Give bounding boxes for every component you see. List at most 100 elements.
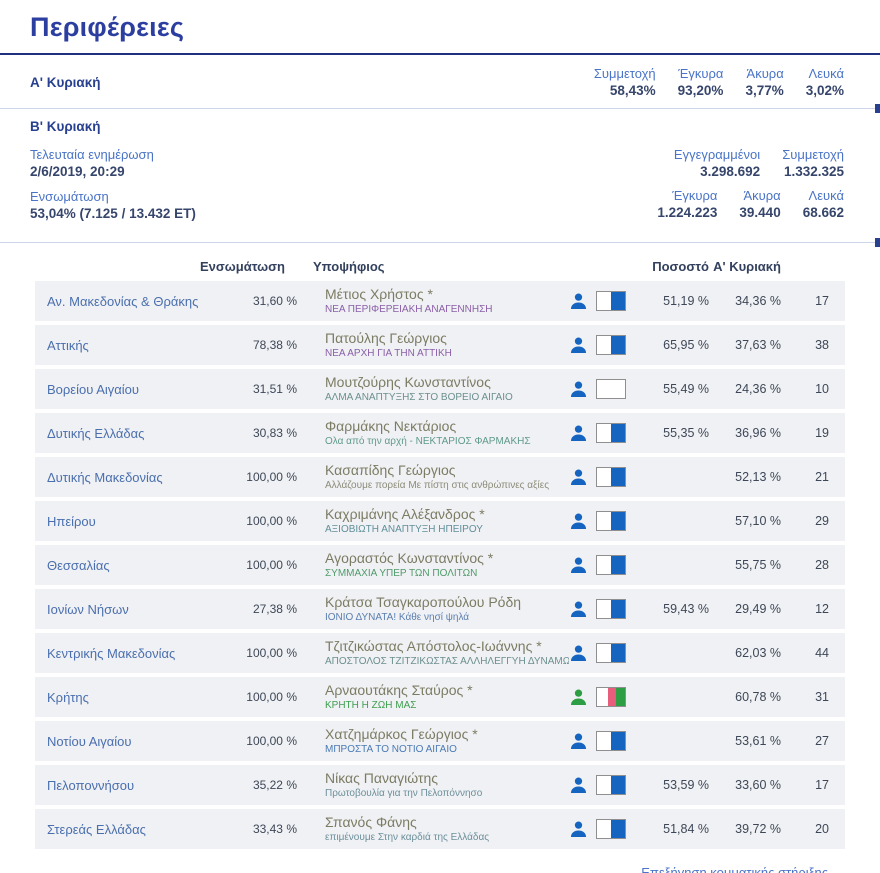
integration-percent: 27,38 %	[232, 602, 297, 616]
table-row[interactable]: Κεντρικής Μακεδονίας 100,00 % Τζιτζικώστ…	[35, 633, 845, 673]
party-support-text: Ολα από την αρχή - ΝΕΚΤΑΡΙΟΣ ΦΑΡΜΑΚΗΣ	[325, 435, 569, 448]
regions-results-page: Περιφέρειες Α' Κυριακή Συμμετοχή 58,43% …	[0, 0, 880, 873]
party-support-box-icon	[596, 687, 626, 707]
party-support-text: ΑΠΟΣΤΟΛΟΣ ΤΖΙΤΖΙΚΩΣΤΑΣ ΑΛΛΗΛΕΓΓΥΗ ΔΥΝΑΜΩ…	[325, 655, 569, 668]
stat-invalid: Άκυρα 3,77%	[745, 65, 783, 100]
party-support-box-icon	[596, 335, 626, 355]
candidate-name[interactable]: Σπανός Φάνης	[325, 814, 569, 830]
result-percent: 53,59 %	[641, 778, 709, 792]
stat-value: 68.662	[803, 204, 844, 222]
region-name[interactable]: Στερεάς Ελλάδας	[35, 822, 232, 837]
support-icons	[569, 775, 641, 795]
first-sunday-percent: 39,72 %	[709, 822, 781, 836]
stat-label: Συμμετοχή	[782, 146, 844, 163]
candidate-cell: Καχριμάνης Αλέξανδρος * ΑΞΙΟΒΙΩΤΗ ΑΝΑΠΤΥ…	[297, 506, 569, 536]
seats-count: 44	[781, 646, 845, 660]
page-header: Περιφέρειες	[0, 0, 880, 53]
region-name[interactable]: Κεντρικής Μακεδονίας	[35, 646, 232, 661]
integration-value: 53,04% (7.125 / 13.432 ΕΤ)	[30, 205, 196, 223]
party-support-explanation-link[interactable]: Επεξήγηση κομματικής στήριξης	[641, 863, 828, 873]
first-sunday-percent: 33,60 %	[709, 778, 781, 792]
party-support-text: επιμένουμε Στην καρδιά της Ελλάδας	[325, 831, 569, 844]
region-name[interactable]: Ιονίων Νήσων	[35, 602, 232, 617]
table-row[interactable]: Νοτίου Αιγαίου 100,00 % Χατζημάρκος Γεώρ…	[35, 721, 845, 761]
table-row[interactable]: Δυτικής Μακεδονίας 100,00 % Κασαπίδης Γε…	[35, 457, 845, 497]
header-integration: Ενσωμάτωση	[35, 259, 285, 274]
candidate-name[interactable]: Φαρμάκης Νεκτάριος	[325, 418, 569, 434]
candidate-name[interactable]: Τζιτζικώστας Απόστολος-Ιωάννης *	[325, 638, 569, 654]
stat-value: 3.298.692	[700, 163, 760, 181]
first-sunday-percent: 34,36 %	[709, 294, 781, 308]
seats-count: 17	[781, 294, 845, 308]
first-sunday-label: Α' Κυριακή	[30, 75, 101, 90]
first-sunday-percent: 62,03 %	[709, 646, 781, 660]
party-support-text: ΣΥΜΜΑΧΙΑ ΥΠΕΡ ΤΩΝ ΠΟΛΙΤΩΝ	[325, 567, 569, 580]
region-name[interactable]: Πελοποννήσου	[35, 778, 232, 793]
region-name[interactable]: Αν. Μακεδονίας & Θράκης	[35, 294, 232, 309]
integration-label: Ενσωμάτωση	[30, 188, 196, 205]
table-row[interactable]: Αν. Μακεδονίας & Θράκης 31,60 % Μέτιος Χ…	[35, 281, 845, 321]
region-name[interactable]: Νοτίου Αιγαίου	[35, 734, 232, 749]
person-icon	[569, 292, 588, 311]
candidate-name[interactable]: Κασαπίδης Γεώργιος	[325, 462, 569, 478]
support-icons	[569, 643, 641, 663]
table-row[interactable]: Δυτικής Ελλάδας 30,83 % Φαρμάκης Νεκτάρι…	[35, 413, 845, 453]
region-name[interactable]: Δυτικής Ελλάδας	[35, 426, 232, 441]
region-name[interactable]: Αττικής	[35, 338, 232, 353]
seats-count: 19	[781, 426, 845, 440]
stat-label: Έγκυρα	[672, 187, 717, 204]
support-icons	[569, 379, 641, 399]
table-row[interactable]: Ηπείρου 100,00 % Καχριμάνης Αλέξανδρος *…	[35, 501, 845, 541]
person-icon	[569, 776, 588, 795]
integration-percent: 78,38 %	[232, 338, 297, 352]
candidate-name[interactable]: Αγοραστός Κωνσταντίνος *	[325, 550, 569, 566]
stat-registered: Εγγεγραμμένοι 3.298.692	[674, 146, 760, 181]
stat-blank: Λευκά 68.662	[803, 187, 844, 222]
region-name[interactable]: Δυτικής Μακεδονίας	[35, 470, 232, 485]
party-support-box-icon	[596, 775, 626, 795]
table-row[interactable]: Θεσσαλίας 100,00 % Αγοραστός Κωνσταντίνο…	[35, 545, 845, 585]
table-row[interactable]: Ιονίων Νήσων 27,38 % Κράτσα Τσαγκαροπούλ…	[35, 589, 845, 629]
support-icons	[569, 687, 641, 707]
region-name[interactable]: Κρήτης	[35, 690, 232, 705]
first-sunday-percent: 24,36 %	[709, 382, 781, 396]
table-body: Αν. Μακεδονίας & Θράκης 31,60 % Μέτιος Χ…	[35, 281, 845, 849]
seats-count: 10	[781, 382, 845, 396]
first-sunday-stats: Συμμετοχή 58,43% Έγκυρα 93,20% Άκυρα 3,7…	[594, 65, 844, 100]
candidate-name[interactable]: Μουτζούρης Κωνσταντίνος	[325, 374, 569, 390]
seats-count: 38	[781, 338, 845, 352]
candidate-name[interactable]: Καχριμάνης Αλέξανδρος *	[325, 506, 569, 522]
integration-percent: 31,51 %	[232, 382, 297, 396]
table-row[interactable]: Κρήτης 100,00 % Αρναουτάκης Σταύρος * ΚΡ…	[35, 677, 845, 717]
seats-count: 28	[781, 558, 845, 572]
stat-participation: Συμμετοχή 1.332.325	[782, 146, 844, 181]
table-row[interactable]: Πελοποννήσου 35,22 % Νίκας Παναγιώτης Πρ…	[35, 765, 845, 805]
party-support-box-icon	[596, 511, 626, 531]
table-row[interactable]: Βορείου Αιγαίου 31,51 % Μουτζούρης Κωνστ…	[35, 369, 845, 409]
candidate-name[interactable]: Χατζημάρκος Γεώργιος *	[325, 726, 569, 742]
region-name[interactable]: Βορείου Αιγαίου	[35, 382, 232, 397]
region-name[interactable]: Θεσσαλίας	[35, 558, 232, 573]
second-sunday-section: Β' Κυριακή Τελευταία ενημέρωση 2/6/2019,…	[0, 109, 880, 242]
candidate-name[interactable]: Πατούλης Γεώργιος	[325, 330, 569, 346]
party-support-box-icon	[596, 599, 626, 619]
party-support-text: ΚΡΗΤΗ Η ΖΩΗ ΜΑΣ	[325, 699, 569, 712]
candidate-cell: Κασαπίδης Γεώργιος Αλλάζουμε πορεία Με π…	[297, 462, 569, 492]
support-icons	[569, 731, 641, 751]
candidate-name[interactable]: Μέτιος Χρήστος *	[325, 286, 569, 302]
person-icon	[569, 424, 588, 443]
table-row[interactable]: Αττικής 78,38 % Πατούλης Γεώργιος ΝΕΑ ΑΡ…	[35, 325, 845, 365]
candidate-name[interactable]: Νίκας Παναγιώτης	[325, 770, 569, 786]
party-support-box-icon	[596, 731, 626, 751]
candidate-name[interactable]: Κράτσα Τσαγκαροπούλου Ρόδη	[325, 594, 569, 610]
candidate-name[interactable]: Αρναουτάκης Σταύρος *	[325, 682, 569, 698]
region-name[interactable]: Ηπείρου	[35, 514, 232, 529]
table-row[interactable]: Στερεάς Ελλάδας 33,43 % Σπανός Φάνης επι…	[35, 809, 845, 849]
candidate-cell: Νίκας Παναγιώτης Πρωτοβουλία για την Πελ…	[297, 770, 569, 800]
person-icon	[569, 600, 588, 619]
last-update-label: Τελευταία ενημέρωση	[30, 146, 196, 163]
stat-value: 93,20%	[678, 82, 724, 100]
person-icon	[569, 336, 588, 355]
stat-label: Συμμετοχή	[594, 65, 656, 82]
integration-percent: 100,00 %	[232, 558, 297, 572]
